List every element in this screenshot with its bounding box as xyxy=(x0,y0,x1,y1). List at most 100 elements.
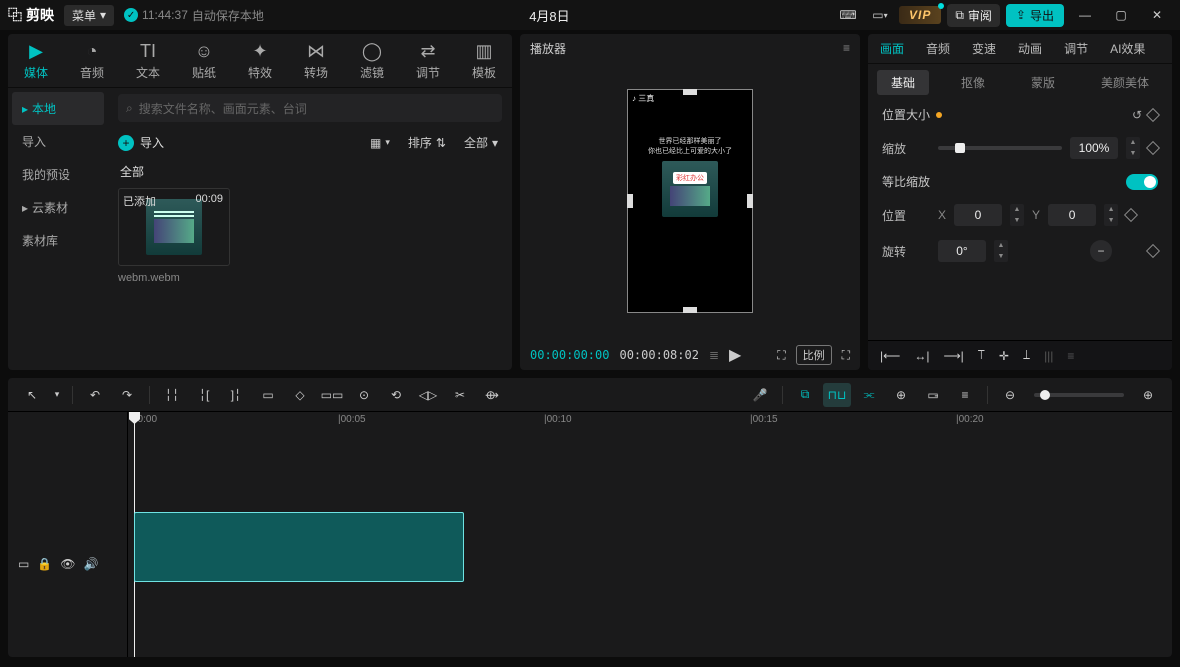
tab-audio[interactable]: ◔音频 xyxy=(67,41,117,81)
search-input[interactable]: ⌕ 搜索文件名称、画面元素、台词 xyxy=(118,94,502,122)
timeline-tracks[interactable]: 00:00 |00:05 |00:10 |00:15 |00:20 封面 xyxy=(128,412,1172,657)
align-top-icon[interactable]: ⟙ xyxy=(978,348,985,363)
prop-tab-adjust[interactable]: 调节 xyxy=(1064,40,1088,57)
review-button[interactable]: ⧉ 审阅 xyxy=(947,4,1000,27)
flip-button[interactable]: − xyxy=(1090,240,1112,262)
magnet-main-button[interactable]: ⧉ xyxy=(791,383,819,407)
zoom-out-button[interactable]: ⊖ xyxy=(996,383,1024,407)
sort-button[interactable]: 排序 ⇅ xyxy=(404,132,450,153)
fullscreen-icon[interactable]: ⛶ xyxy=(842,348,850,363)
prop-tab-speed[interactable]: 变速 xyxy=(972,40,996,57)
view-mode-button[interactable]: ▦▾ xyxy=(366,134,394,152)
x-stepper[interactable]: ▲▼ xyxy=(1010,204,1024,226)
select-similar-button[interactable]: ▭▭ xyxy=(318,383,346,407)
prop-tab-audio[interactable]: 音频 xyxy=(926,40,950,57)
player-menu-icon[interactable]: ≡ xyxy=(843,41,850,55)
snap-button[interactable]: ⊕ xyxy=(887,383,915,407)
mic-button[interactable]: 🎤 xyxy=(746,383,774,407)
scale-value[interactable]: 100% xyxy=(1070,137,1118,159)
split-button[interactable]: ╎╎ xyxy=(158,383,186,407)
tab-text[interactable]: TI文本 xyxy=(123,41,173,81)
align-bottom-icon[interactable]: ⟘ xyxy=(1023,348,1030,363)
player-stage[interactable]: ♪ 三真 世界已经那样美丽了你也已经比上可爱的大小了 彩红办公 xyxy=(520,62,860,340)
eye-icon[interactable]: 👁 xyxy=(60,557,75,571)
prop-tab-anim[interactable]: 动画 xyxy=(1018,40,1042,57)
redo-button[interactable]: ↷ xyxy=(113,383,141,407)
timeline-ruler[interactable]: 00:00 |00:05 |00:10 |00:15 |00:20 xyxy=(128,412,1172,432)
mute-icon[interactable]: 🔊 xyxy=(84,557,99,571)
mirror-button[interactable]: ◁▷ xyxy=(414,383,442,407)
vip-badge[interactable]: VIP xyxy=(899,6,941,24)
subtab-basic[interactable]: 基础 xyxy=(877,70,929,95)
smart-cut-button[interactable]: ⟴ xyxy=(478,383,506,407)
tab-transition[interactable]: ⋈转场 xyxy=(291,41,341,81)
keyframe-icon[interactable] xyxy=(1146,244,1160,258)
import-button[interactable]: + 导入 xyxy=(118,134,164,151)
menu-button[interactable]: 菜单 ▾ xyxy=(64,5,114,26)
sidebar-item-library[interactable]: 素材库 xyxy=(12,224,104,257)
resize-handle-bottom[interactable] xyxy=(683,307,697,313)
align-right-icon[interactable]: ⟶| xyxy=(943,349,963,363)
subtab-beauty[interactable]: 美颜美体 xyxy=(1087,70,1163,95)
speed-button[interactable]: ⊙ xyxy=(350,383,378,407)
resize-handle-left[interactable] xyxy=(627,194,633,208)
sidebar-item-presets[interactable]: 我的预设 xyxy=(12,158,104,191)
tab-media[interactable]: ▶媒体 xyxy=(11,41,61,81)
zoom-in-button[interactable]: ⊕ xyxy=(1134,383,1162,407)
track-height-button[interactable]: ≡ xyxy=(951,383,979,407)
layout-icon[interactable]: ▭▾ xyxy=(867,4,893,26)
align-center-h-icon[interactable]: ↔| xyxy=(914,349,929,363)
play-button[interactable]: ▶ xyxy=(729,345,741,365)
rotate-stepper[interactable]: ▲▼ xyxy=(994,240,1008,262)
sidebar-item-import[interactable]: 导入 xyxy=(12,125,104,158)
sidebar-item-cloud[interactable]: ▸云素材 xyxy=(12,191,104,224)
tab-filter[interactable]: ◯滤镜 xyxy=(347,41,397,81)
tab-template[interactable]: ▥模板 xyxy=(459,41,509,81)
zoom-slider[interactable] xyxy=(1034,393,1124,397)
rotate-value[interactable]: 0° xyxy=(938,240,986,262)
preview-button[interactable]: ▭̵ xyxy=(919,383,947,407)
y-value[interactable]: 0 xyxy=(1048,204,1096,226)
link-button[interactable]: ⫘ xyxy=(855,383,883,407)
timeline-clip[interactable] xyxy=(134,512,464,582)
scale-stepper[interactable]: ▲▼ xyxy=(1126,137,1140,159)
delete-button[interactable]: ▭ xyxy=(254,383,282,407)
scale-slider[interactable] xyxy=(938,146,1062,150)
keyframe-icon[interactable] xyxy=(1146,141,1160,155)
x-value[interactable]: 0 xyxy=(954,204,1002,226)
magnet-button[interactable]: ⊓⊔ xyxy=(823,383,851,407)
sidebar-item-local[interactable]: ▸本地 xyxy=(12,92,104,125)
collapse-icon[interactable]: ▭ xyxy=(18,557,29,571)
aspect-ratio-button[interactable]: 比例 xyxy=(796,345,832,365)
keyframe-icon[interactable] xyxy=(1124,208,1138,222)
prop-tab-ai[interactable]: AI效果 xyxy=(1110,40,1145,57)
resize-handle-top[interactable] xyxy=(683,89,697,95)
lock-icon[interactable]: 🔒 xyxy=(37,557,52,571)
canvas-size-icon[interactable]: ⛶ xyxy=(777,348,785,363)
subtab-cutout[interactable]: 抠像 xyxy=(947,70,999,95)
resize-handle-right[interactable] xyxy=(747,194,753,208)
subtab-mask[interactable]: 蒙版 xyxy=(1017,70,1069,95)
align-left-icon[interactable]: |⟵ xyxy=(880,349,900,363)
media-clip[interactable]: 已添加 00:09 webm.webm xyxy=(118,188,230,284)
undo-button[interactable]: ↶ xyxy=(81,383,109,407)
reset-icon[interactable]: ↺ xyxy=(1132,108,1142,122)
pointer-dropdown[interactable]: ▾ xyxy=(50,383,64,407)
equal-scale-toggle[interactable] xyxy=(1126,174,1158,190)
keyframe-icon[interactable] xyxy=(1146,107,1160,121)
list-icon[interactable]: ≣ xyxy=(709,348,719,362)
filter-all-button[interactable]: 全部 ▾ xyxy=(460,132,502,153)
close-button[interactable]: ✕ xyxy=(1142,8,1172,22)
prop-tab-picture[interactable]: 画面 xyxy=(880,40,904,57)
tab-effect[interactable]: ✦特效 xyxy=(235,41,285,81)
reverse-button[interactable]: ⟲ xyxy=(382,383,410,407)
y-stepper[interactable]: ▲▼ xyxy=(1104,204,1118,226)
align-center-v-icon[interactable]: ✛ xyxy=(999,349,1009,363)
crop-button[interactable]: ✂ xyxy=(446,383,474,407)
video-frame[interactable]: ♪ 三真 世界已经那样美丽了你也已经比上可爱的大小了 彩红办公 xyxy=(627,89,753,313)
split-left-button[interactable]: ╎[ xyxy=(190,383,218,407)
pointer-tool[interactable]: ↖ xyxy=(18,383,46,407)
tab-adjust[interactable]: ⇄调节 xyxy=(403,41,453,81)
maximize-button[interactable]: ▢ xyxy=(1106,8,1136,22)
split-right-button[interactable]: ]╎ xyxy=(222,383,250,407)
